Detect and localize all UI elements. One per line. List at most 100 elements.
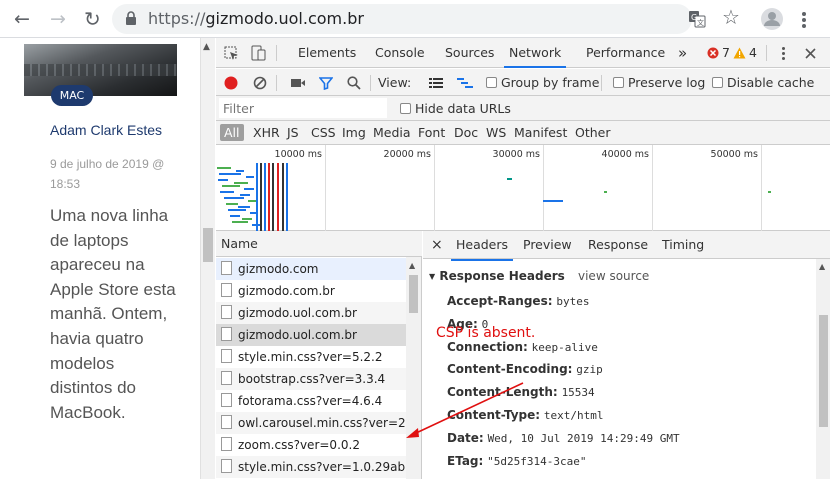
article-excerpt: Uma nova linha de laptops apareceu na Ap… [50, 206, 176, 422]
more-tabs-icon[interactable]: » [678, 38, 687, 68]
type-filter-doc[interactable]: Doc [454, 121, 478, 145]
group-by-frame-option[interactable]: Group by frame [486, 69, 599, 96]
scroll-up-icon[interactable]: ▲ [203, 42, 210, 52]
close-devtools-icon[interactable] [805, 48, 816, 59]
header-row: Date: Wed, 10 Jul 2019 14:29:49 GMT [447, 431, 680, 445]
scroll-up-icon[interactable]: ▲ [409, 261, 415, 270]
group-by-frame-checkbox[interactable] [486, 77, 497, 88]
file-icon [221, 349, 232, 363]
tab-network[interactable]: Network [504, 38, 567, 68]
type-filter-font[interactable]: Font [418, 121, 445, 145]
header-value: keep-alive [531, 341, 598, 354]
filter-input[interactable] [219, 98, 387, 118]
waterfall-overview-icon[interactable] [457, 78, 473, 88]
large-rows-icon[interactable] [429, 78, 443, 88]
avatar-icon[interactable] [760, 7, 784, 31]
type-filter-css[interactable]: CSS [311, 121, 336, 145]
request-row[interactable]: bootstrap.css?ver=3.3.4 [216, 368, 406, 390]
article-author[interactable]: Adam Clark Estes [50, 122, 170, 138]
response-headers-section[interactable]: ▼ Response Headers [429, 269, 565, 283]
type-filter-other[interactable]: Other [575, 121, 611, 145]
tab-preview[interactable]: Preview [523, 231, 572, 259]
browser-toolbar: ← → ↻ https://gizmodo.uol.com.br G 文 ☆ [0, 0, 830, 38]
details-scrollbar[interactable]: ▲ [816, 259, 830, 479]
response-headers-title: Response Headers [439, 269, 565, 283]
category-badge[interactable]: MAC [51, 85, 93, 106]
search-icon[interactable] [347, 76, 361, 90]
header-row: Content-Length: 15534 [447, 385, 595, 399]
request-list-scrollbar[interactable]: ▲ [406, 257, 421, 479]
details-scrollbar-thumb[interactable] [819, 315, 828, 427]
translate-icon[interactable]: G 文 [688, 10, 706, 28]
request-list-scrollbar-thumb[interactable] [409, 275, 418, 313]
request-row-selected[interactable]: gizmodo.uol.com.br [216, 324, 406, 346]
disable-cache-option[interactable]: Disable cache [712, 69, 814, 96]
article-thumbnail[interactable] [24, 44, 177, 96]
warning-count[interactable]: 4 [749, 38, 757, 68]
request-row[interactable]: gizmodo.com.br [216, 280, 406, 302]
type-filter-xhr[interactable]: XHR [253, 121, 280, 145]
network-overview[interactable]: 10000 ms 20000 ms 30000 ms 40000 ms 5000… [216, 145, 830, 231]
tab-timing[interactable]: Timing [662, 231, 704, 259]
request-name: bootstrap.css?ver=3.3.4 [238, 372, 386, 386]
request-row[interactable]: owl.carousel.min.css?ver=2.2.1 [216, 412, 406, 434]
type-filter-img[interactable]: Img [342, 121, 366, 145]
tab-performance[interactable]: Performance [586, 38, 665, 68]
request-row[interactable]: gizmodo.uol.com.br [216, 302, 406, 324]
request-row[interactable]: style.min.css?ver=5.2.2 [216, 346, 406, 368]
overview-bars [217, 167, 771, 226]
forward-icon[interactable]: → [50, 9, 66, 29]
preserve-log-option[interactable]: Preserve log [613, 69, 705, 96]
tab-response[interactable]: Response [588, 231, 648, 259]
request-list: Name gizmodo.com gizmodo.com.br gizmodo.… [216, 231, 422, 479]
device-toolbar-icon[interactable] [250, 45, 266, 61]
type-filter-js[interactable]: JS [287, 121, 299, 145]
devtools-tabbar: Elements Console Sources Network Perform… [216, 38, 830, 68]
preserve-log-checkbox[interactable] [613, 77, 624, 88]
type-filter-ws[interactable]: WS [486, 121, 506, 145]
type-filter-manifest[interactable]: Manifest [514, 121, 567, 145]
page-scrollbar[interactable]: ▲ [200, 38, 215, 479]
overview-waterfall [217, 163, 771, 231]
disable-cache-checkbox[interactable] [712, 77, 723, 88]
close-details-icon[interactable]: × [431, 231, 443, 259]
tab-elements[interactable]: Elements [298, 38, 356, 68]
page-scrollbar-thumb[interactable] [203, 228, 213, 262]
request-name: owl.carousel.min.css?ver=2.2.1 [238, 416, 406, 430]
url-host: gizmodo.uol.com.br [205, 9, 364, 28]
filter-icon[interactable] [319, 76, 333, 90]
error-count[interactable]: 7 [722, 38, 730, 68]
inspect-element-icon[interactable] [224, 46, 239, 61]
name-column-header[interactable]: Name [216, 231, 422, 257]
request-row[interactable]: style.min.css?ver=1.0.29ab [216, 456, 406, 478]
request-row[interactable]: zoom.css?ver=0.0.2 [216, 434, 406, 456]
hide-data-urls-checkbox[interactable] [400, 103, 411, 114]
header-value: text/html [543, 409, 604, 422]
request-row[interactable]: fotorama.css?ver=4.6.4 [216, 390, 406, 412]
url-text[interactable]: https://gizmodo.uol.com.br [148, 9, 364, 28]
type-filter-all[interactable]: All [220, 124, 244, 141]
back-icon[interactable]: ← [14, 9, 30, 29]
error-icon[interactable] [707, 47, 719, 59]
view-source-link[interactable]: view source [578, 269, 649, 283]
tab-headers[interactable]: Headers [451, 231, 514, 261]
record-icon[interactable] [224, 76, 238, 90]
request-name: fotorama.css?ver=4.6.4 [238, 394, 383, 408]
star-icon[interactable]: ☆ [722, 7, 740, 27]
toolbar-divider [766, 45, 767, 61]
tab-sources[interactable]: Sources [445, 38, 494, 68]
request-row[interactable]: gizmodo.com [216, 258, 406, 280]
type-filter-media[interactable]: Media [373, 121, 411, 145]
header-row: Accept-Ranges: bytes [447, 294, 589, 308]
hide-data-urls-option[interactable]: Hide data URLs [400, 96, 511, 121]
clear-icon[interactable] [253, 76, 267, 90]
devtools-menu-icon[interactable] [781, 46, 786, 61]
warning-icon[interactable] [733, 47, 746, 59]
header-row: Content-Encoding: gzip [447, 362, 603, 376]
scroll-up-icon[interactable]: ▲ [819, 262, 825, 271]
capture-screenshots-icon[interactable] [290, 77, 306, 89]
reload-icon[interactable]: ↻ [84, 9, 101, 29]
lock-icon [126, 11, 136, 25]
kebab-menu-icon[interactable] [801, 11, 807, 29]
tab-console[interactable]: Console [375, 38, 425, 68]
